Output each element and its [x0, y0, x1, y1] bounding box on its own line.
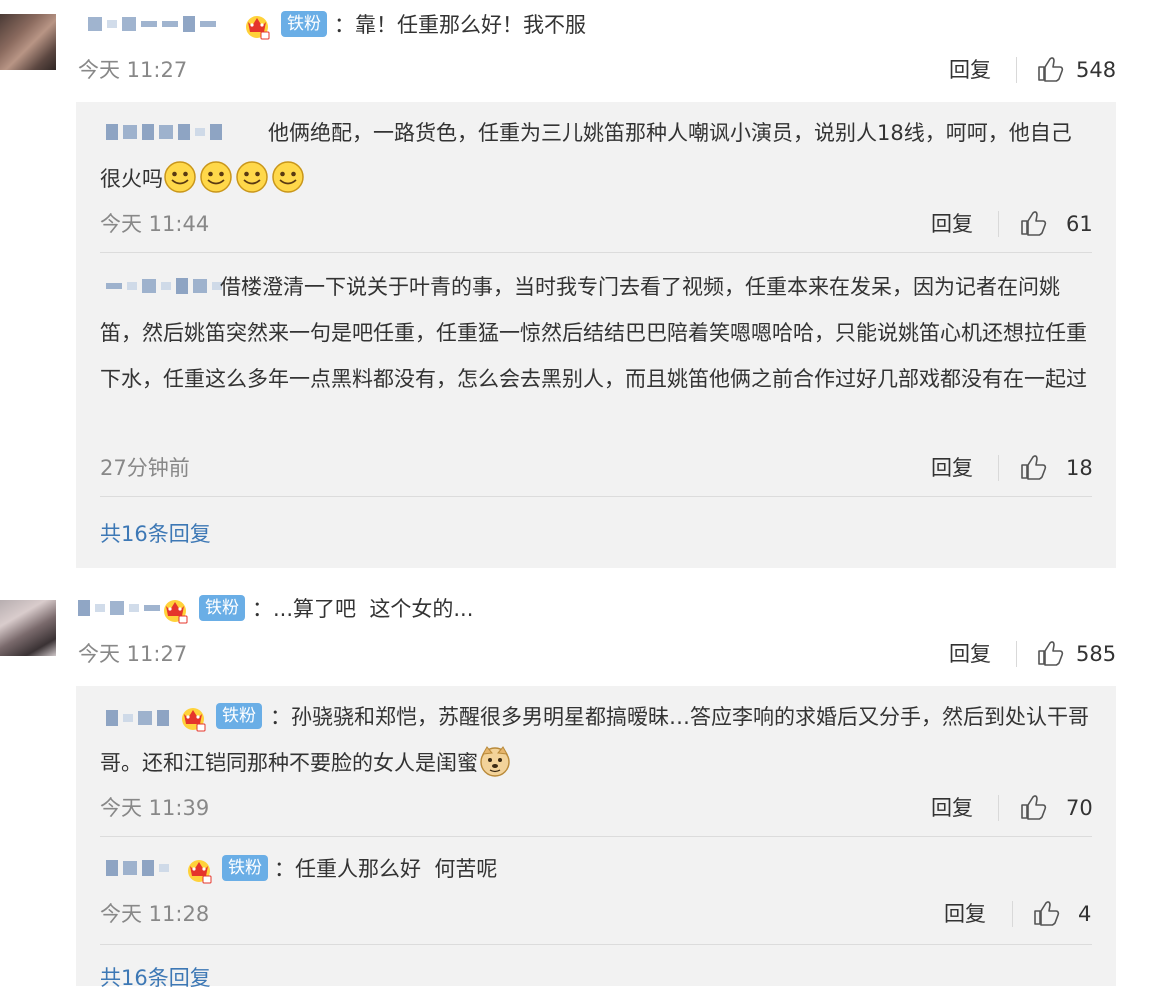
thumbs-up-icon[interactable] — [1032, 899, 1060, 927]
reply-time: 今天 11:44 — [100, 212, 210, 236]
thumbs-up-icon[interactable] — [1019, 453, 1047, 481]
reply-time: 今天 11:28 — [100, 902, 210, 926]
thumbs-up-icon[interactable] — [1019, 209, 1047, 237]
reply-button[interactable]: 回复 — [931, 794, 973, 822]
more-replies-link[interactable]: 共16条回复 — [100, 520, 211, 548]
reply-text: 他俩绝配，一路货色，任重为三儿姚笛那种人嘲讽小演员，说别人18线，呵呵，他自己很… — [100, 110, 1080, 202]
fan-badge: 铁粉 — [281, 11, 327, 37]
reply-username-blurred[interactable] — [106, 860, 169, 876]
divider — [998, 211, 999, 237]
divider — [100, 252, 1092, 253]
reply-button[interactable]: 回复 — [949, 640, 991, 668]
avatar[interactable] — [0, 14, 56, 70]
reply-text: 借楼澄清一下说关于叶青的事，当时我专门去看了视频，任重本来在发呆，因为记者在问姚… — [100, 275, 1087, 391]
reply-time: 今天 11:39 — [100, 796, 210, 820]
comment-text: ：靠！任重那么好！我不服 — [334, 13, 586, 37]
like-count: 70 — [1066, 796, 1093, 820]
reply-text: ：任重人那么好 何苦呢 — [274, 857, 498, 881]
fan-badge: 铁粉 — [222, 855, 268, 881]
reply-button[interactable]: 回复 — [931, 454, 973, 482]
thumbs-up-icon[interactable] — [1019, 793, 1047, 821]
divider — [1016, 57, 1017, 83]
divider — [998, 455, 999, 481]
smile-emoji-icon — [271, 160, 305, 194]
smile-emoji-icon — [235, 160, 269, 194]
reply-button[interactable]: 回复 — [949, 56, 991, 84]
divider — [998, 795, 999, 821]
smile-emoji-icon — [199, 160, 233, 194]
divider — [1012, 901, 1013, 927]
like-count: 4 — [1078, 902, 1092, 926]
divider — [1016, 641, 1017, 667]
divider — [100, 836, 1092, 837]
more-replies-link[interactable]: 共16条回复 — [100, 964, 211, 992]
reply-button[interactable]: 回复 — [931, 210, 973, 238]
reply-button[interactable]: 回复 — [944, 900, 986, 928]
replies-panel: 他俩绝配，一路货色，任重为三儿姚笛那种人嘲讽小演员，说别人18线，呵呵，他自己很… — [76, 102, 1116, 568]
thumbs-up-icon[interactable] — [1036, 639, 1064, 667]
username-blurred[interactable] — [88, 16, 216, 32]
replies-panel: 铁粉 ：孙骁骁和郑恺，苏醒很多男明星都搞暧昧…答应李响的求婚后又分手，然后到处认… — [76, 686, 1116, 990]
username-blurred[interactable] — [78, 600, 160, 616]
crown-vip-icon — [184, 854, 214, 884]
comment-text: ：...算了吧 这个女的... — [252, 597, 474, 621]
avatar[interactable] — [0, 600, 56, 656]
comment-time: 今天 11:27 — [78, 642, 188, 666]
like-count: 61 — [1066, 212, 1093, 236]
comment-time: 今天 11:27 — [78, 58, 188, 82]
smile-emoji-icon — [163, 160, 197, 194]
fan-badge: 铁粉 — [199, 595, 245, 621]
divider — [100, 496, 1092, 497]
thumbs-up-icon[interactable] — [1036, 55, 1064, 83]
crown-vip-icon — [242, 10, 272, 40]
reply-text: ：孙骁骁和郑恺，苏醒很多男明星都搞暧昧…答应李响的求婚后又分手，然后到处认干哥哥… — [100, 694, 1090, 786]
divider — [100, 944, 1092, 945]
like-count: 18 — [1066, 456, 1093, 480]
like-count: 548 — [1076, 58, 1117, 82]
like-count: 585 — [1076, 642, 1117, 666]
crown-vip-icon — [160, 594, 190, 624]
doge-emoji-icon — [478, 744, 512, 778]
reply-time: 27分钟前 — [100, 456, 190, 480]
